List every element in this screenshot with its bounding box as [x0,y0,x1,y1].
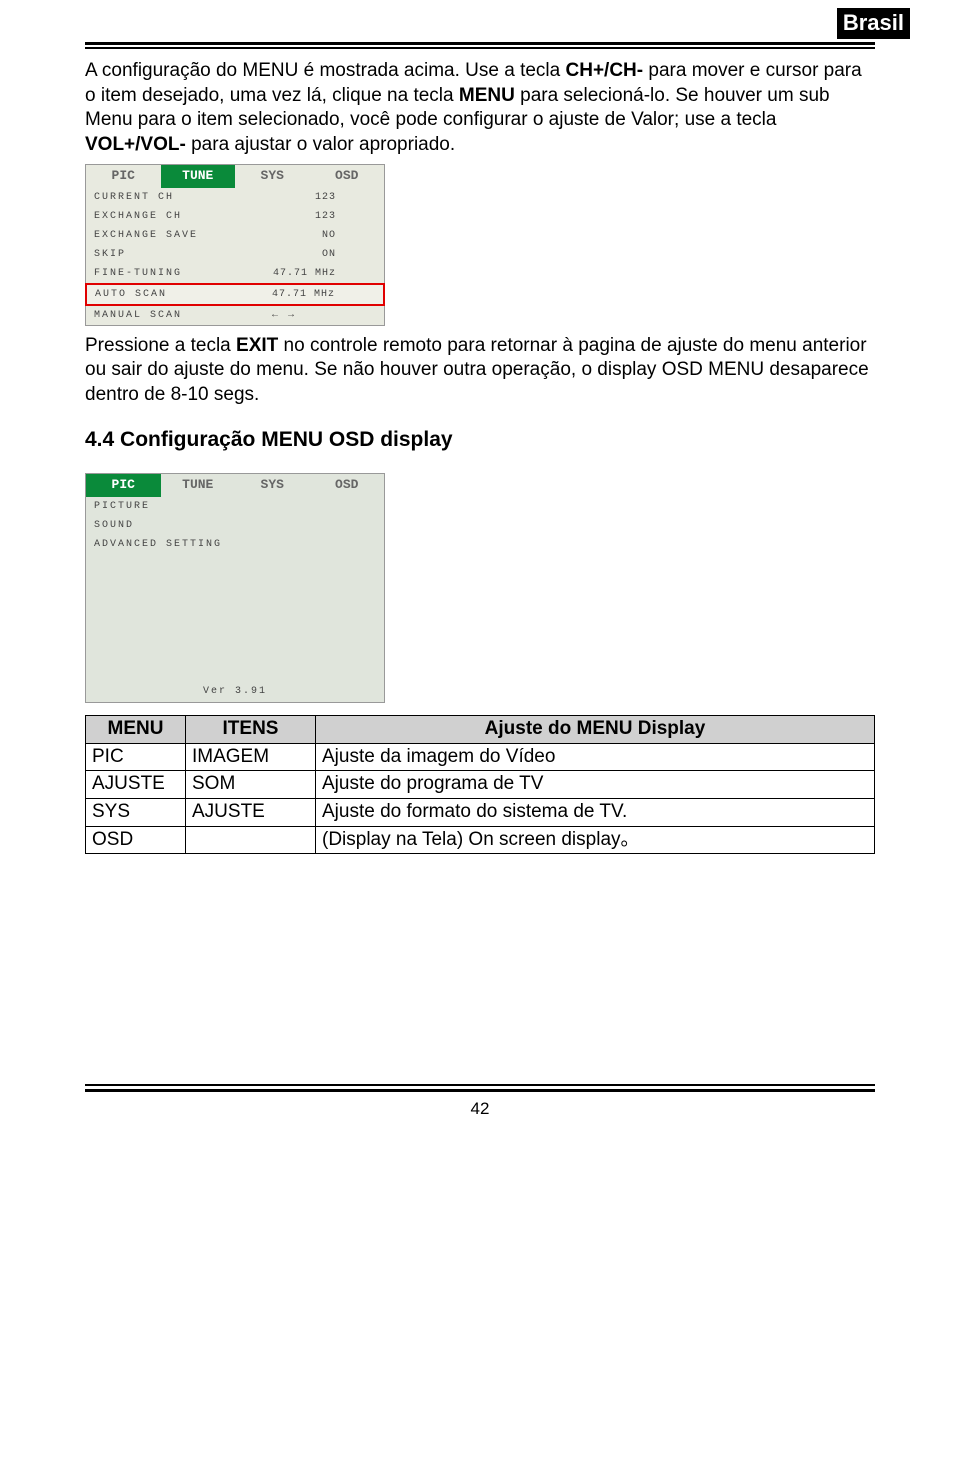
osd-tab-osd: OSD [310,165,385,188]
osd-menu-tune-screenshot: PIC TUNE SYS OSD CURRENT CH 123 EXCHANGE … [85,164,385,326]
osd-arrows-icon: ← → [272,309,376,322]
key-ch: CH+/CH- [566,60,644,81]
rule-top-thick [85,42,875,45]
cell: Ajuste da imagem do Vídeo [316,743,875,771]
paragraph-exit: Pressione a tecla EXIT no controle remot… [85,334,875,408]
osd-version: Ver 3.91 [203,685,267,698]
osd-value: NO [322,229,376,242]
table-row: PICIMAGEMAjuste da imagem do Vídeo [86,743,875,771]
osd-tab-sys: SYS [235,165,310,188]
osd-label: SKIP [94,248,126,261]
text: Pressione a tecla [85,335,236,356]
osd-value: ON [322,248,376,261]
osd-row: EXCHANGE SAVE NO [86,226,384,245]
page-number: 42 [85,1098,875,1120]
menu-description-table: MENU ITENS Ajuste do MENU Display PICIMA… [85,715,875,854]
osd-tab-pic: PIC [86,474,161,497]
osd-tabs: PIC TUNE SYS OSD [86,165,384,188]
key-vol: VOL+/VOL- [85,134,186,155]
table-row: SYSAJUSTEAjuste do formato do sistema de… [86,799,875,827]
osd-label: MANUAL SCAN [94,309,182,322]
rule-bottom-thick [85,1089,875,1092]
text: para ajustar o valor apropriado. [186,134,455,155]
cell [186,826,316,854]
osd-label: EXCHANGE CH [94,210,182,223]
osd-label: ADVANCED SETTING [94,538,222,551]
text: A configuração do MENU é mostrada acima.… [85,60,566,81]
osd-menu-pic-screenshot: PIC TUNE SYS OSD PICTURE SOUND ADVANCED … [85,473,385,703]
osd-label: FINE-TUNING [94,267,182,280]
osd-tab-osd: OSD [310,474,385,497]
osd-value: 47.71 MHz [272,288,375,301]
osd-tab-sys: SYS [235,474,310,497]
osd-row: SOUND [86,516,384,535]
osd-label: PICTURE [94,500,150,513]
th-ajuste: Ajuste do MENU Display [316,716,875,744]
region-badge: Brasil [837,8,910,39]
paragraph-intro: A configuração do MENU é mostrada acima.… [85,59,875,158]
osd-label: AUTO SCAN [95,288,167,301]
osd-tab-tune: TUNE [161,165,236,188]
table-header-row: MENU ITENS Ajuste do MENU Display [86,716,875,744]
osd-row: EXCHANGE CH 123 [86,207,384,226]
cell: Ajuste do formato do sistema de TV. [316,799,875,827]
osd-row: SKIP ON [86,245,384,264]
osd-label: EXCHANGE SAVE [94,229,198,242]
cell: (Display na Tela) On screen display。 [316,826,875,854]
osd-value: 47.71 MHz [273,267,376,280]
cell: OSD [86,826,186,854]
cell: AJUSTE [186,799,316,827]
osd-row: FINE-TUNING 47.71 MHz [86,264,384,283]
key-exit: EXIT [236,335,278,356]
cell: PIC [86,743,186,771]
rule-bottom-thin [85,1084,875,1086]
osd-tab-tune: TUNE [161,474,236,497]
cell: IMAGEM [186,743,316,771]
cell: SYS [86,799,186,827]
rule-top-thin [85,47,875,49]
osd-row: ADVANCED SETTING [86,535,384,554]
osd-label: SOUND [94,519,134,532]
osd-row: MANUAL SCAN ← → [86,306,384,325]
osd-row: PICTURE [86,497,384,516]
osd-tabs: PIC TUNE SYS OSD [86,474,384,497]
osd-label: CURRENT CH [94,191,174,204]
cell: SOM [186,771,316,799]
section-heading: 4.4 Configuração MENU OSD display [85,426,875,453]
osd-row-highlighted: AUTO SCAN 47.71 MHz [85,283,385,306]
osd-tab-pic: PIC [86,165,161,188]
table-row: AJUSTESOMAjuste do programa de TV [86,771,875,799]
osd-value: 123 [315,191,376,204]
th-menu: MENU [86,716,186,744]
cell: AJUSTE [86,771,186,799]
osd-row: CURRENT CH 123 [86,188,384,207]
osd-value: 123 [315,210,376,223]
key-menu: MENU [459,85,515,106]
table-row: OSD (Display na Tela) On screen display。 [86,826,875,854]
cell: Ajuste do programa de TV [316,771,875,799]
th-itens: ITENS [186,716,316,744]
